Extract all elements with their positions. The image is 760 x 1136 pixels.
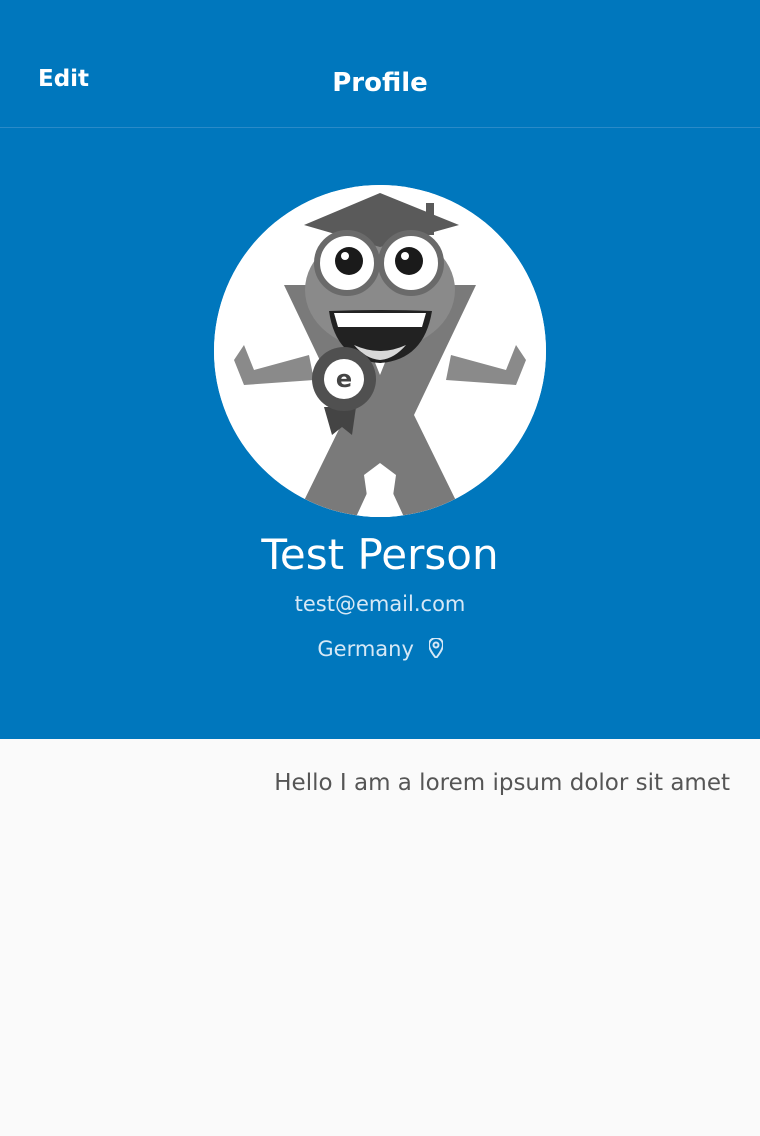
svg-text:e: e	[336, 365, 352, 393]
profile-avatar: e	[214, 185, 546, 517]
profile-email: test@email.com	[294, 592, 466, 616]
profile-header: e Test Person test@email.com Germany	[0, 128, 760, 739]
profile-name: Test Person	[261, 530, 499, 579]
location-label: Germany	[317, 637, 414, 661]
map-pin-icon	[427, 636, 444, 663]
page-title: Profile	[332, 68, 428, 98]
navbar: Edit Profile	[0, 0, 760, 128]
mascot-avatar-icon: e	[214, 185, 546, 517]
profile-location: Germany	[0, 636, 760, 663]
profile-bio: Hello I am a lorem ipsum dolor sit amet	[274, 770, 730, 796]
